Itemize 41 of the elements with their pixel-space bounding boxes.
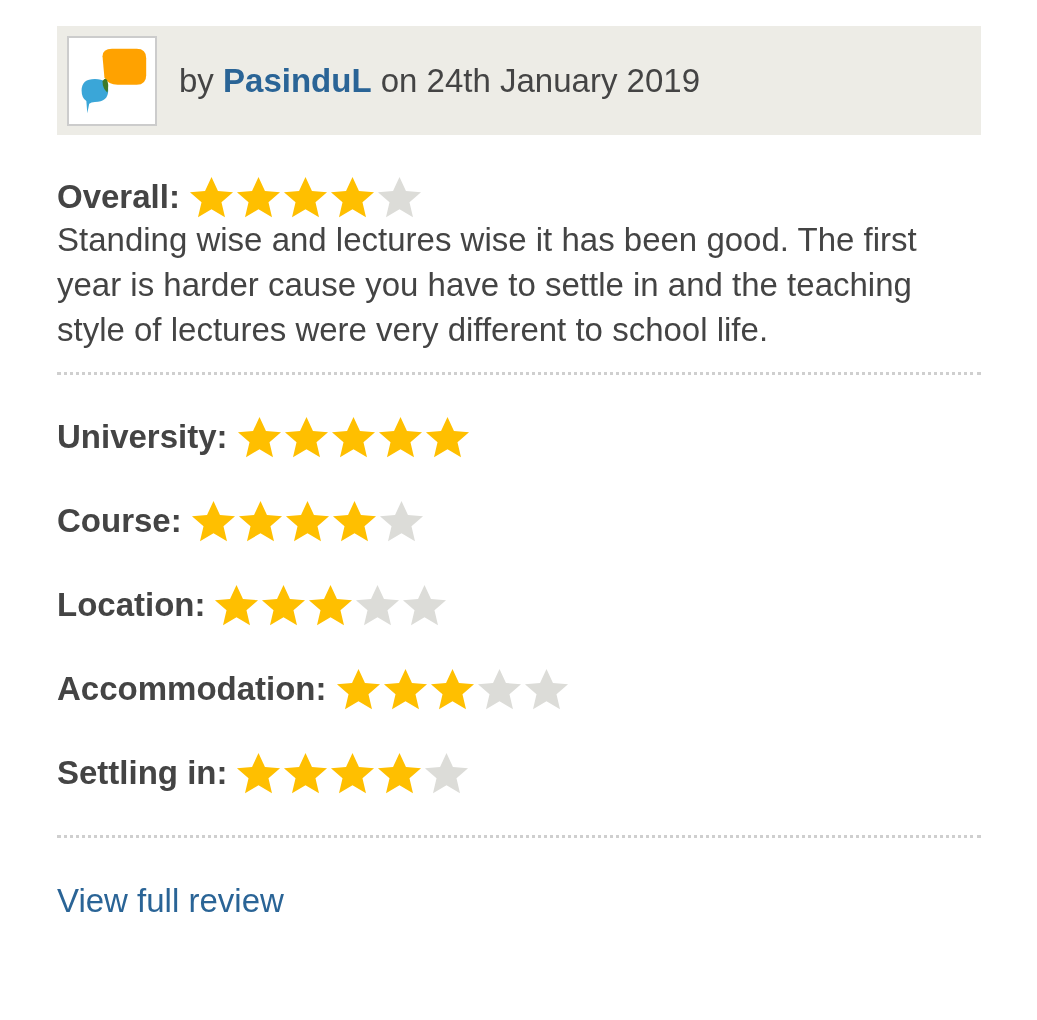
review-byline: by PasinduL on 24th January 2019 [179,61,700,100]
view-review-link[interactable]: View full review [57,882,284,920]
rating-label: Settling in: [57,754,228,792]
star-icon [423,414,471,460]
star-icon [376,750,424,796]
star-icon [334,666,382,712]
star-icon [189,498,237,544]
rating-label: Overall: [57,178,180,216]
star-icon [475,666,523,712]
star-icon [377,498,425,544]
star-icon [401,582,449,628]
star-icon [187,174,235,220]
star-icon [260,582,308,628]
star-icon [522,666,570,712]
star-icon [354,582,402,628]
star-icon [234,174,282,220]
star-icon [423,750,471,796]
star-icon [328,174,376,220]
star-icon [330,498,378,544]
star-icon [376,414,424,460]
rating-label: University: [57,418,228,456]
star-icon [235,414,283,460]
star-icon [329,750,377,796]
avatar-icon [67,35,157,126]
star-icon [375,174,423,220]
rating-label: Accommodation: [57,670,327,708]
star-icon [282,414,330,460]
star-icon [236,498,284,544]
star-icon [235,750,283,796]
star-icon [281,174,329,220]
review-text: Standing wise and lectures wise it has been good. The first year is harder cause you have to settle in and the teaching style of lectures were very different to school life. [57,220,918,350]
rating-label: Course: [57,502,182,540]
star-icon [307,582,355,628]
rating-label: Location: [57,586,206,624]
star-icon [213,582,261,628]
star-icon [381,666,429,712]
star-icon [329,414,377,460]
star-icon [282,750,330,796]
star-icon [428,666,476,712]
author-link[interactable]: PasinduL [223,61,372,99]
star-icon [283,498,331,544]
